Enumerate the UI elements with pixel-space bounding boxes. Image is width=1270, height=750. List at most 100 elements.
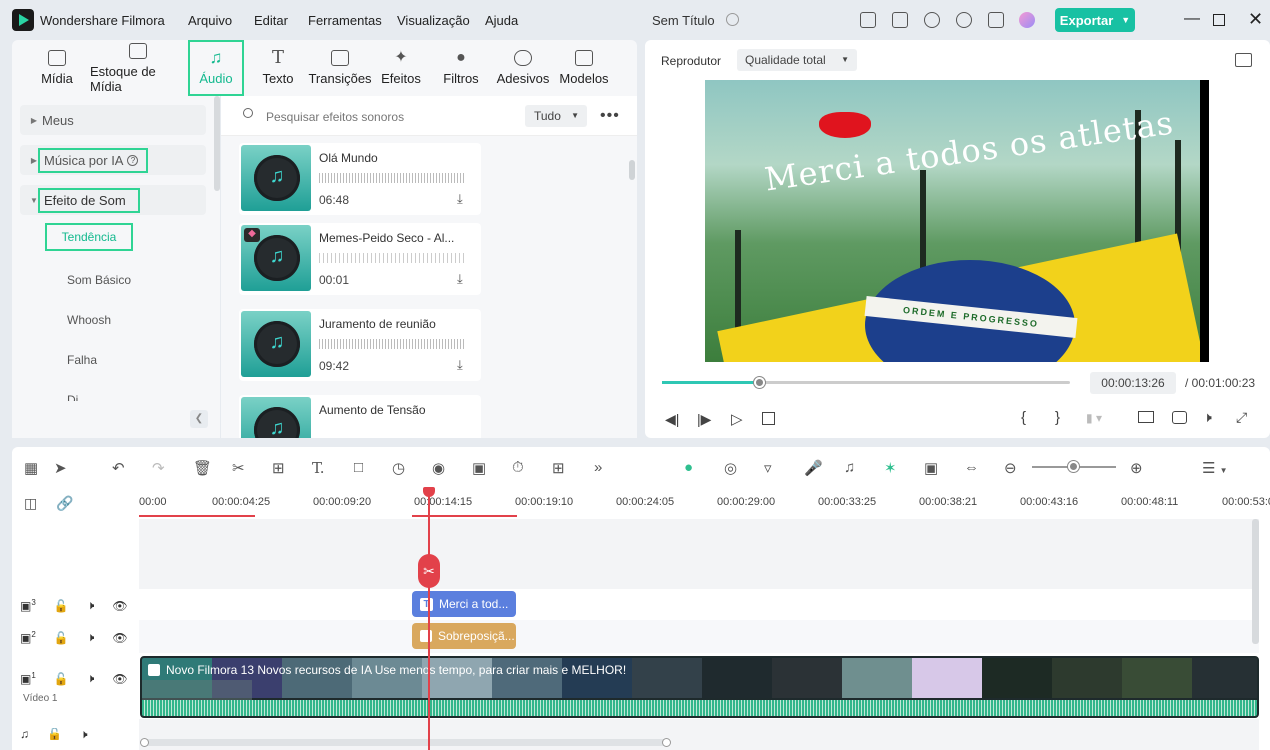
sidebar-subitem-whoosh[interactable]: Whoosh bbox=[67, 313, 111, 327]
fit-icon[interactable]: ⊞ bbox=[552, 459, 565, 477]
zoom-slider[interactable] bbox=[1032, 461, 1116, 472]
tab-adesivos[interactable]: Adesivos bbox=[496, 40, 550, 96]
sidebar-item-musica-por-ia[interactable]: ▶ Música por IA? bbox=[20, 145, 206, 175]
volume-icon[interactable]: 🕨 bbox=[87, 598, 95, 613]
sidebar-subitem-falha[interactable]: Falha bbox=[67, 353, 97, 367]
delete-icon[interactable]: 🗑 bbox=[193, 459, 212, 477]
tab-efeitos[interactable]: ✦ Efeitos bbox=[378, 40, 424, 96]
headset-icon[interactable] bbox=[956, 12, 972, 28]
filter-dropdown[interactable]: Tudo ▼ bbox=[525, 105, 587, 127]
eye-icon[interactable]: 👁 bbox=[112, 672, 127, 686]
maximize-icon[interactable] bbox=[1213, 14, 1225, 26]
display-icon[interactable] bbox=[1138, 411, 1154, 423]
download-icon[interactable]: ⤓ bbox=[457, 271, 463, 287]
mark-in-icon[interactable]: { bbox=[1021, 409, 1026, 426]
timeline-vscrollbar[interactable] bbox=[1252, 519, 1259, 644]
playhead[interactable] bbox=[428, 490, 430, 750]
layout-icon[interactable] bbox=[860, 12, 876, 28]
sidebar-item-meus[interactable]: ▶ Meus bbox=[20, 105, 206, 135]
avatar[interactable] bbox=[1019, 12, 1035, 28]
grid-apps-icon[interactable] bbox=[988, 12, 1004, 28]
shape-icon[interactable]: □ bbox=[354, 459, 363, 476]
image-edit-icon[interactable]: ▣ bbox=[472, 459, 486, 477]
zoom-in-icon[interactable]: ⊕ bbox=[1130, 459, 1143, 477]
volume-icon[interactable]: 🕨 bbox=[1203, 409, 1212, 426]
select-arrow-icon[interactable]: ➤ bbox=[54, 459, 67, 477]
link-clip-icon[interactable]: ⇔ bbox=[964, 459, 979, 476]
next-frame-icon[interactable]: |▶ bbox=[697, 411, 711, 428]
snapshot-image-icon[interactable] bbox=[1235, 53, 1252, 67]
link-icon[interactable]: 🔗 bbox=[56, 495, 73, 512]
color-palette-icon[interactable]: ◉ bbox=[432, 459, 445, 477]
list-item[interactable]: ♫ Aumento de Tensão bbox=[239, 395, 481, 438]
menu-ajuda[interactable]: Ajuda bbox=[485, 13, 518, 28]
eye-icon[interactable]: 👁 bbox=[112, 599, 127, 613]
redo-icon[interactable]: ↷ bbox=[152, 459, 165, 477]
speed-icon[interactable]: ◷ bbox=[392, 459, 405, 477]
cut-icon[interactable]: ✂ bbox=[232, 459, 245, 477]
list-item[interactable]: ♫ ◆ Memes-Peido Seco - Al... 00:01 ⤓ bbox=[239, 223, 481, 295]
text-tool-icon[interactable]: T. bbox=[312, 459, 325, 477]
layout-grid-icon[interactable]: ▦ bbox=[24, 459, 38, 477]
progress-knob[interactable] bbox=[754, 377, 765, 388]
scroll-handle[interactable] bbox=[662, 738, 671, 747]
undo-icon[interactable]: ↶ bbox=[112, 459, 125, 477]
track-settings-icon[interactable]: ☰ ▼ bbox=[1202, 459, 1228, 477]
crop-icon[interactable]: ⊞ bbox=[272, 459, 285, 477]
tab-estoque-de-midia[interactable]: Estoque de Mídia bbox=[90, 40, 186, 96]
cloud-icon[interactable] bbox=[924, 12, 940, 28]
minimize-icon[interactable]: — bbox=[1184, 10, 1200, 28]
help-icon[interactable]: ? bbox=[127, 154, 139, 166]
mark-out-icon[interactable]: } bbox=[1055, 409, 1060, 426]
marker-icon[interactable]: ▿ bbox=[764, 459, 772, 477]
tab-modelos[interactable]: Modelos bbox=[558, 40, 610, 96]
menu-ferramentas[interactable]: Ferramentas bbox=[308, 13, 382, 28]
tab-transicoes[interactable]: Transições bbox=[308, 40, 372, 96]
microphone-icon[interactable]: 🎤 bbox=[804, 459, 823, 477]
menu-visualizacao[interactable]: Visualização bbox=[397, 13, 470, 28]
play-icon[interactable]: ▷ bbox=[731, 410, 743, 428]
pip-icon[interactable]: ▣ bbox=[924, 459, 938, 477]
menu-editar[interactable]: Editar bbox=[254, 13, 288, 28]
fullscreen-icon[interactable]: ⤢ bbox=[1236, 409, 1247, 426]
render-icon[interactable]: ◎ bbox=[724, 459, 737, 477]
eye-icon[interactable]: 👁 bbox=[112, 631, 127, 645]
add-track-icon[interactable]: ◫ bbox=[24, 495, 37, 512]
sidebar-subitem-partial[interactable]: Di... bbox=[67, 393, 88, 401]
sidebar-item-efeito-de-som[interactable]: ▼ Efeito de Som bbox=[20, 185, 206, 215]
sidebar-subitem-som-basico[interactable]: Som Básico bbox=[67, 273, 131, 287]
snap-icon[interactable]: ✶ bbox=[884, 459, 897, 477]
sidebar-subitem-tendencia[interactable]: Tendência bbox=[45, 223, 133, 251]
zoom-slider-knob[interactable] bbox=[1068, 461, 1079, 472]
tab-texto[interactable]: T Texto bbox=[256, 40, 300, 96]
timeline-hscrollbar[interactable] bbox=[140, 738, 671, 747]
volume-icon[interactable]: 🕨 bbox=[87, 671, 95, 686]
save-icon[interactable] bbox=[892, 12, 908, 28]
menu-arquivo[interactable]: Arquivo bbox=[188, 13, 232, 28]
lock-icon[interactable]: 🔓 bbox=[47, 728, 62, 740]
search-input[interactable]: Pesquisar efeitos sonoros bbox=[266, 110, 404, 124]
volume-icon[interactable]: 🕨 bbox=[87, 630, 95, 645]
lock-icon[interactable]: 🔓 bbox=[54, 672, 69, 686]
timer-icon[interactable]: ⏱ bbox=[512, 459, 524, 476]
ai-robot-icon[interactable]: ● bbox=[684, 459, 693, 476]
zoom-out-icon[interactable]: ⊖ bbox=[1004, 459, 1017, 477]
close-icon[interactable]: ✕ bbox=[1248, 9, 1263, 30]
list-scrollbar[interactable] bbox=[629, 160, 635, 180]
download-icon[interactable]: ⤓ bbox=[457, 191, 463, 207]
camera-icon[interactable] bbox=[1172, 411, 1187, 424]
project-title[interactable]: Sem Título bbox=[652, 13, 715, 28]
quality-dropdown[interactable]: Qualidade total ▼ bbox=[737, 49, 857, 71]
lock-icon[interactable]: 🔓 bbox=[54, 631, 69, 645]
lock-icon[interactable]: 🔓 bbox=[54, 599, 69, 613]
tab-filtros[interactable]: ● Filtros bbox=[440, 40, 482, 96]
tab-midia[interactable]: Mídia bbox=[34, 40, 80, 96]
insert-icon[interactable]: ▮ ▾ bbox=[1086, 411, 1102, 425]
time-ruler[interactable]: 00:00 00:00:04:25 00:00:09:20 00:00:14:1… bbox=[139, 490, 1270, 518]
download-icon[interactable]: ⤓ bbox=[457, 357, 463, 373]
video-clip[interactable]: Novo Filmora 13 Novos recursos de IA Use… bbox=[140, 656, 1259, 718]
sidebar-scrollbar[interactable] bbox=[214, 96, 220, 191]
audio-list-icon[interactable]: ♫ bbox=[844, 459, 855, 476]
more-tools-icon[interactable]: » bbox=[594, 459, 602, 476]
scroll-handle[interactable] bbox=[140, 738, 149, 747]
